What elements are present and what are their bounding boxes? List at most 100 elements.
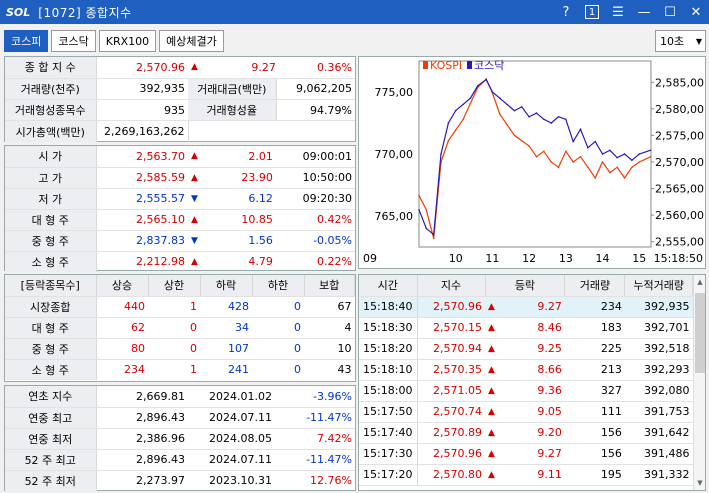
intraday-chart[interactable]: 775,00 770,00 765,00 2,585,00 2,580,00 2,575,… — [359, 57, 705, 268]
tick-row[interactable]: 15:17:50 2,570.74 ▲ 9.05 111 391,753 — [359, 401, 693, 423]
tick-row[interactable]: 15:18:20 2,570.94 ▲ 9.25 225 392,518 — [359, 338, 693, 360]
scroll-thumb[interactable] — [695, 293, 705, 373]
tick-time: 15:18:10 — [359, 359, 418, 381]
menu-icon[interactable]: ☰ — [605, 0, 631, 24]
kosdaq-point — [447, 122, 450, 124]
tab-krx100[interactable]: KRX100 — [98, 30, 157, 52]
tick-cum-volume: 392,701 — [624, 317, 693, 339]
tick-cum-volume: 392,080 — [624, 380, 693, 402]
kosdaq-point — [623, 153, 626, 155]
kosdaq-point — [579, 128, 582, 130]
tick-index: 2,570.80 — [417, 464, 485, 486]
scroll-down-icon[interactable]: ▼ — [694, 476, 706, 490]
tick-volume: 327 — [564, 380, 625, 402]
kosdaq-point — [462, 103, 464, 106]
hl-rate: -11.47% — [275, 407, 355, 429]
tick-row[interactable]: 15:17:30 2,570.96 ▲ 9.27 156 391,486 — [359, 443, 693, 465]
breadth-upper: 1 — [190, 363, 197, 377]
up-arrow-icon: ▲ — [485, 338, 498, 360]
breadth-flat: 67 — [304, 296, 355, 318]
ohlc-row: 고 가 2,585.59 ▲ 23.90 10:50:00 — [5, 167, 355, 189]
up-arrow-icon: ▲ — [485, 422, 498, 444]
tick-row[interactable]: 15:18:10 2,570.35 ▲ 8.66 213 392,293 — [359, 359, 693, 381]
hl-value: 2,273.97 — [136, 474, 185, 488]
x-axis-tick: 10 — [449, 252, 463, 265]
kospi-point — [513, 134, 516, 137]
tick-time: 15:18:00 — [359, 380, 418, 402]
kosdaq-point — [506, 103, 508, 106]
interval-select[interactable]: 10초 ▼ — [655, 30, 706, 52]
ohlc-change: 6.12 — [200, 188, 276, 210]
tick-row[interactable]: 15:18:00 2,571.05 ▲ 9.36 327 392,080 — [359, 380, 693, 402]
kosdaq-point — [649, 149, 652, 152]
up-arrow-icon: ▲ — [191, 256, 198, 267]
breadth-label: 소 형 주 — [5, 359, 97, 380]
highs-lows-row: 연초 지수 2,669.81 2024.01.02 -3.96% — [5, 386, 355, 408]
kospi-point — [469, 102, 472, 105]
kospi-point — [565, 150, 567, 153]
x-axis-tick: 12 — [522, 252, 536, 265]
right-axis-tick: 2,555,00 — [655, 236, 704, 249]
ohlc-value: 2,837.83 — [96, 230, 188, 252]
tick-row[interactable]: 15:17:20 2,570.80 ▲ 9.11 195 391,332 — [359, 464, 693, 486]
window-title: [1072] 종합지수 — [38, 5, 132, 20]
up-arrow-icon: ▲ — [188, 209, 201, 231]
hl-date: 2024.01.02 — [188, 386, 275, 408]
tick-volume: 156 — [564, 443, 625, 465]
ohlc-label: 시 가 — [5, 146, 97, 168]
kospi-point — [609, 171, 611, 174]
up-arrow-icon: ▲ — [485, 380, 498, 402]
breadth-lower: 0 — [252, 296, 304, 318]
help-icon[interactable]: ? — [553, 0, 579, 24]
breadth-header: [등락종목수] — [5, 275, 97, 297]
breadth-lower: 0 — [294, 363, 301, 377]
tick-change: 9.25 — [497, 338, 565, 360]
tick-volume: 234 — [564, 296, 625, 318]
breadth-row: 대 형 주 62 0 34 0 4 — [5, 317, 355, 339]
breadth-flat: 10 — [304, 338, 355, 360]
tick-index: 2,570.15 — [417, 317, 485, 339]
kosdaq-point — [425, 227, 428, 230]
kospi-point — [543, 150, 545, 153]
hl-rate: -3.96% — [275, 386, 355, 408]
close-icon[interactable]: ✕ — [683, 0, 709, 24]
screen-number-button[interactable]: 1 — [579, 0, 605, 24]
tick-cum-volume: 392,935 — [624, 296, 693, 318]
ticks-scrollbar[interactable]: ▲ ▼ — [693, 275, 705, 490]
interval-value: 10초 — [660, 35, 685, 48]
ohlc-value: 2,555.57 — [96, 188, 188, 210]
kospi-point — [638, 161, 641, 163]
tick-row[interactable]: 15:18:40 2,570.96 ▲ 9.27 234 392,935 — [359, 296, 693, 318]
ohlc-row: 저 가 2,555.57 ▼ 6.12 09:20:30 — [5, 188, 355, 210]
kosdaq-point — [454, 109, 457, 112]
ohlc-value: 2,565.10 — [96, 209, 188, 231]
kospi-point — [454, 129, 457, 131]
scroll-up-icon[interactable]: ▲ — [694, 275, 706, 289]
market-cap-value: 2,269,163,262 — [104, 125, 185, 138]
maximize-icon[interactable]: ☐ — [657, 0, 683, 24]
screen-number-label: 1 — [585, 5, 599, 19]
tick-index: 2,570.74 — [417, 401, 485, 423]
minimize-icon[interactable]: — — [631, 0, 657, 24]
kosdaq-point — [499, 97, 501, 99]
kosdaq-point — [485, 78, 487, 81]
ohlc-extra: 09:00:01 — [275, 146, 355, 168]
kospi-point — [447, 139, 450, 142]
hl-label: 연초 지수 — [5, 386, 97, 408]
tick-row[interactable]: 15:17:40 2,570.89 ▲ 9.20 156 391,642 — [359, 422, 693, 444]
tab-expected-price[interactable]: 예상체결가 — [159, 30, 224, 52]
tab-kospi[interactable]: 코스피 — [4, 30, 49, 52]
right-axis-tick: 2,575,00 — [655, 129, 704, 142]
hl-label: 연중 최저 — [5, 428, 97, 450]
ohlc-change: 4.79 — [248, 255, 273, 269]
market-cap-label: 시가총액(백만) — [5, 121, 97, 142]
tab-kosdaq[interactable]: 코스닥 — [51, 30, 96, 52]
legend-swatch — [467, 61, 472, 69]
summary-panel: 종 합 지 수 2,570.96 ▲ 9.27 0.36% 거래량(천주) 39… — [4, 56, 356, 142]
ohlc-row: 대 형 주 2,565.10 ▲ 10.85 0.42% — [5, 209, 355, 231]
ohlc-label: 중 형 주 — [5, 230, 97, 252]
x-axis-tick: 13 — [559, 252, 573, 265]
tick-row[interactable]: 15:18:30 2,570.15 ▲ 8.46 183 392,701 — [359, 317, 693, 339]
x-axis-tick: 09 — [363, 252, 377, 265]
formed-count-value: 935 — [96, 99, 188, 121]
